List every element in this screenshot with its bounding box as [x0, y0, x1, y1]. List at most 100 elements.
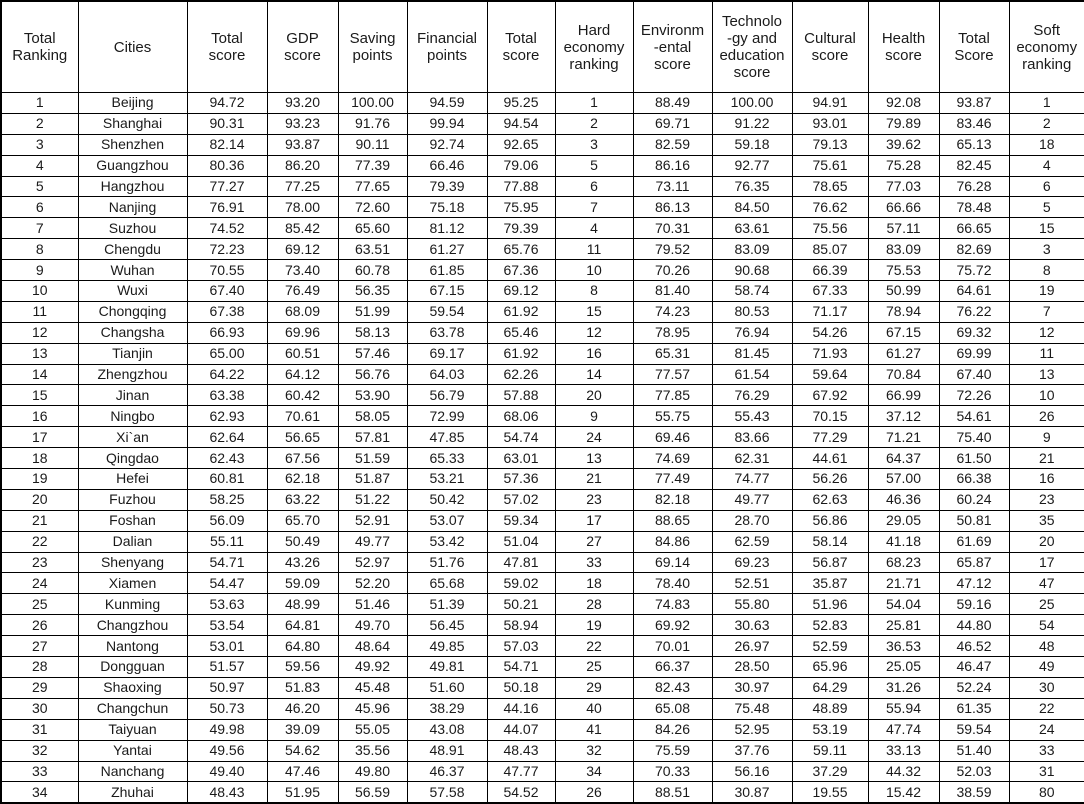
- data-cell: 49.81: [406, 656, 488, 678]
- data-cell: 67.40: [186, 280, 268, 302]
- data-cell: 22: [554, 635, 634, 658]
- data-cell: 70.55: [186, 259, 268, 282]
- data-cell: 25.05: [867, 656, 940, 678]
- total-ranking-cell: 24: [0, 572, 79, 595]
- data-cell: 92.08: [867, 92, 940, 114]
- total-ranking-cell: 12: [0, 321, 79, 344]
- data-cell: 56.09: [186, 509, 268, 532]
- data-cell: 67.38: [186, 300, 268, 323]
- data-cell: 69.12: [486, 280, 556, 302]
- data-cell: 41.18: [867, 530, 940, 553]
- data-cell: 29.05: [867, 509, 940, 532]
- column-header-8: Environm -ental score: [632, 0, 713, 93]
- data-cell: 77.49: [632, 468, 713, 490]
- data-cell: 78.48: [938, 196, 1010, 219]
- table-row: 16 Ningbo 62.93 70.61 58.05 72.99 68.06 9 55.75 5…: [0, 405, 1084, 428]
- data-cell: 52.03: [938, 760, 1010, 783]
- data-cell: 39.09: [266, 718, 339, 741]
- data-cell: 76.91: [186, 196, 268, 219]
- city-name-cell: Nanchang: [77, 760, 188, 783]
- data-cell: 70.33: [632, 760, 713, 783]
- data-cell: 61.27: [867, 342, 940, 365]
- data-cell: 62.26: [486, 363, 556, 386]
- data-cell: 47.85: [406, 426, 488, 449]
- data-cell: 52.91: [337, 509, 408, 532]
- data-cell: 56.59: [337, 781, 408, 804]
- data-cell: 54.71: [486, 656, 556, 678]
- data-cell: 57.00: [867, 468, 940, 490]
- data-cell: 90.11: [337, 133, 408, 156]
- data-cell: 28.50: [711, 656, 793, 678]
- data-cell: 93.01: [791, 112, 869, 135]
- data-cell: 69.96: [266, 321, 339, 344]
- data-cell: 34: [554, 760, 634, 783]
- total-ranking-cell: 8: [0, 238, 79, 261]
- data-cell: 82.59: [632, 133, 713, 156]
- total-ranking-cell: 26: [0, 614, 79, 637]
- data-cell: 46.52: [938, 635, 1010, 658]
- data-cell: 49.92: [337, 656, 408, 678]
- data-cell: 49.77: [337, 530, 408, 553]
- data-cell: 5: [1008, 196, 1084, 219]
- data-cell: 1: [1008, 92, 1084, 114]
- data-cell: 64.80: [266, 635, 339, 658]
- data-cell: 17: [554, 509, 634, 532]
- data-cell: 81.45: [711, 342, 793, 365]
- data-cell: 54.61: [938, 405, 1010, 428]
- data-cell: 26.97: [711, 635, 793, 658]
- data-cell: 75.53: [867, 259, 940, 282]
- data-cell: 10: [554, 259, 634, 282]
- city-name-cell: Chongqing: [77, 300, 188, 323]
- data-cell: 66.38: [938, 468, 1010, 490]
- data-cell: 57.36: [486, 468, 556, 490]
- total-ranking-cell: 4: [0, 154, 79, 177]
- data-cell: 29: [554, 676, 634, 699]
- data-cell: 58.94: [486, 614, 556, 637]
- data-cell: 13: [554, 447, 634, 470]
- data-cell: 72.60: [337, 196, 408, 219]
- table-header: Total Ranking Cities Total score GDP score Savi…: [0, 0, 1084, 93]
- data-cell: 53.90: [337, 384, 408, 407]
- data-cell: 82.69: [938, 238, 1010, 261]
- data-cell: 80.36: [186, 154, 268, 177]
- data-cell: 66.65: [938, 217, 1010, 240]
- data-cell: 15: [1008, 217, 1084, 240]
- data-cell: 13: [1008, 363, 1084, 386]
- data-cell: 65.96: [791, 656, 869, 678]
- data-cell: 93.20: [266, 92, 339, 114]
- data-cell: 50.73: [186, 697, 268, 720]
- data-cell: 6: [554, 175, 634, 198]
- data-cell: 47.81: [486, 551, 556, 574]
- data-cell: 49.80: [337, 760, 408, 783]
- city-name-cell: Dongguan: [77, 656, 188, 678]
- column-header-1: Cities: [77, 0, 188, 93]
- city-name-cell: Ningbo: [77, 405, 188, 428]
- data-cell: 57.88: [486, 384, 556, 407]
- total-ranking-cell: 15: [0, 384, 79, 407]
- table-row: 34 Zhuhai 48.43 51.95 56.59 57.58 54.52 26 88.51…: [0, 781, 1084, 804]
- data-cell: 54.26: [791, 321, 869, 344]
- data-cell: 51.95: [266, 781, 339, 804]
- data-cell: 45.48: [337, 676, 408, 699]
- data-cell: 60.78: [337, 259, 408, 282]
- data-cell: 61.50: [938, 447, 1010, 470]
- data-cell: 69.23: [711, 551, 793, 574]
- data-cell: 67.15: [406, 280, 488, 302]
- data-cell: 56.86: [791, 509, 869, 532]
- data-cell: 62.31: [711, 447, 793, 470]
- data-cell: 78.40: [632, 572, 713, 595]
- data-cell: 8: [554, 280, 634, 302]
- data-cell: 75.48: [711, 697, 793, 720]
- data-cell: 21.71: [867, 572, 940, 595]
- data-cell: 12: [1008, 321, 1084, 344]
- total-ranking-cell: 10: [0, 280, 79, 302]
- data-cell: 65.68: [406, 572, 488, 595]
- data-cell: 61.85: [406, 259, 488, 282]
- data-cell: 76.29: [711, 384, 793, 407]
- data-cell: 47.12: [938, 572, 1010, 595]
- data-cell: 92.77: [711, 154, 793, 177]
- data-cell: 61.92: [486, 342, 556, 365]
- data-cell: 57.46: [337, 342, 408, 365]
- data-cell: 53.01: [186, 635, 268, 658]
- data-cell: 48: [1008, 635, 1084, 658]
